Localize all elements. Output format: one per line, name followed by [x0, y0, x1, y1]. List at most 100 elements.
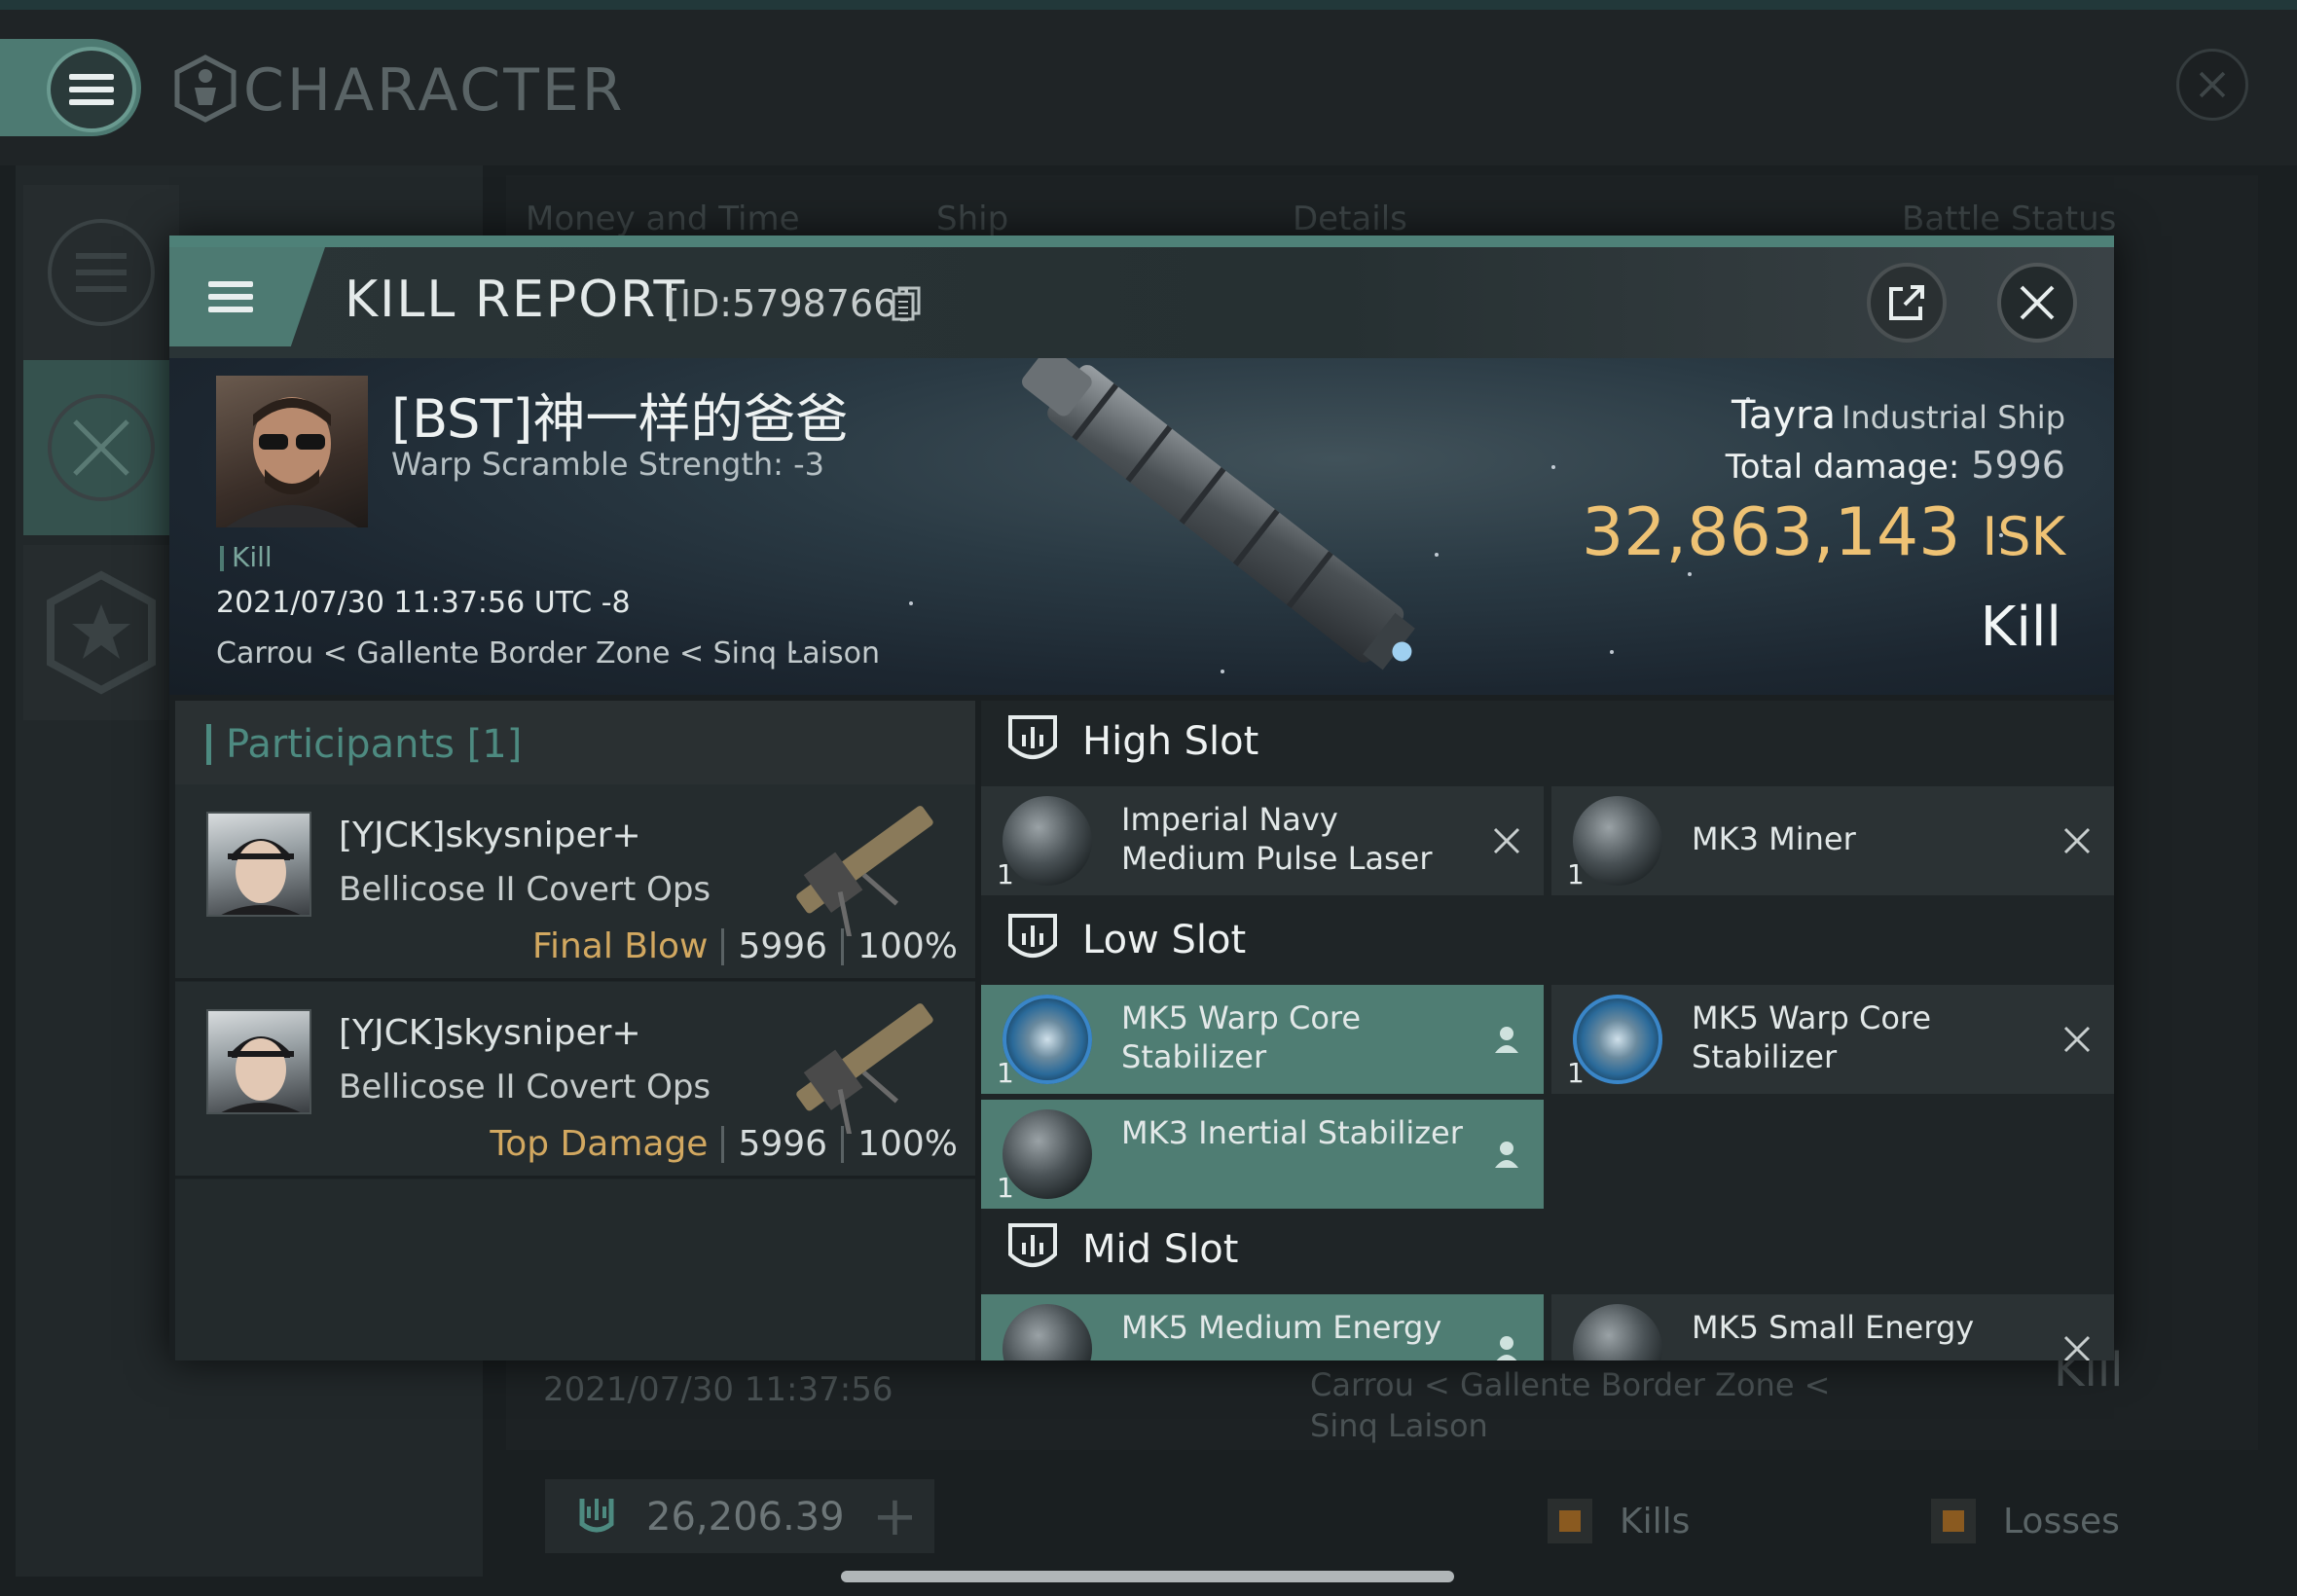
victim-location: Carrou < Gallente Border Zone < Sinq Lai…	[216, 636, 881, 671]
module-name: MK5 Small Energy	[1692, 1309, 1975, 1346]
add-funds-button[interactable]: +	[872, 1485, 918, 1548]
victim-tag: Kill	[220, 541, 273, 573]
participants-panel: Participants [1] [YJCK]skysniper+ Bellic…	[175, 701, 975, 1360]
module-item[interactable]: 1 Imperial Navy Medium Pulse Laser	[981, 786, 1544, 895]
legend-losses-label: Losses	[2003, 1501, 2120, 1542]
total-damage-label: Total damage:	[1725, 448, 1960, 487]
dropped-person-icon	[1496, 1336, 1517, 1360]
report-id: [ID:5798766]	[666, 282, 912, 325]
module-item[interactable]: 1 MK5 Warp Core Stabilizer	[1551, 985, 2114, 1094]
ship-info: Tayra Industrial Ship	[1732, 393, 2065, 438]
kill-report-dialog: KILL REPORT [ID:5798766] [BST]神一样的爸爸 War…	[169, 236, 2114, 1360]
module-item[interactable]: 1 MK3 Miner	[1551, 786, 2114, 895]
participant-ship: Bellicose II Covert Ops	[339, 1068, 711, 1106]
total-damage: Total damage: 5996	[1726, 444, 2065, 487]
participant-row[interactable]: [YJCK]skysniper+ Bellicose II Covert Ops…	[175, 982, 975, 1179]
participant-avatar[interactable]	[206, 812, 311, 917]
high-slot-title: High Slot	[1082, 719, 1259, 764]
module-icon	[1573, 995, 1662, 1084]
participant-damage: 5996	[738, 926, 828, 966]
app-close-button[interactable]	[2176, 49, 2248, 121]
close-icon	[2020, 285, 2055, 320]
module-name: MK3 Miner	[1692, 820, 1856, 857]
app-title: CHARACTER	[243, 56, 626, 125]
module-item[interactable]: MK5 Small Energy	[1551, 1294, 2114, 1360]
victim-name[interactable]: [BST]神一样的爸爸	[391, 376, 849, 453]
row-date: 2021/07/30 11:37:56	[543, 1370, 893, 1409]
low-slot-title: Low Slot	[1082, 918, 1247, 962]
module-qty: 1	[997, 858, 1014, 890]
row-location: Carrou < Gallente Border Zone < Sinq Lai…	[1310, 1366, 1831, 1444]
destroyed-icon	[2063, 1335, 2091, 1360]
star-icon	[47, 570, 156, 695]
participant-stats: Top Damage 5996 100%	[490, 1124, 958, 1164]
wallet-bar: 26,206.39 +	[545, 1479, 934, 1553]
wallet-value: 26,206.39	[646, 1495, 845, 1540]
participant-damage: 5996	[738, 1124, 828, 1164]
victim-banner: [BST]神一样的爸爸 Warp Scramble Strength: -3 K…	[169, 358, 2114, 695]
ship-name[interactable]: Tayra	[1732, 393, 1836, 438]
destroyed-icon	[2063, 827, 2091, 854]
module-icon	[1003, 796, 1092, 886]
sidebar-tab-battle[interactable]	[23, 360, 179, 535]
sidebar-tab-list[interactable]	[23, 185, 179, 360]
share-button[interactable]	[1867, 263, 1947, 343]
participant-row[interactable]: [YJCK]skysniper+ Bellicose II Covert Ops…	[175, 784, 975, 981]
module-name: MK5 Warp Core Stabilizer	[1692, 999, 1932, 1075]
slot-shield-icon	[1008, 715, 1057, 759]
slot-shield-icon	[1008, 914, 1057, 958]
high-slot-header: High Slot	[981, 701, 2114, 782]
sidebar-tab-favorites[interactable]	[23, 545, 179, 720]
legend-kills[interactable]: Kills	[1548, 1499, 1690, 1543]
module-qty: 1	[997, 1172, 1014, 1204]
victim-avatar[interactable]	[216, 376, 368, 527]
top-status-bar	[0, 0, 2297, 10]
participant-ship-image	[796, 1003, 933, 1134]
home-indicator[interactable]	[841, 1571, 1454, 1582]
dropped-person-icon	[1495, 1142, 1518, 1168]
module-icon	[1003, 1109, 1092, 1199]
module-item[interactable]: 1 MK5 Warp Core Stabilizer	[981, 985, 1544, 1094]
module-name: MK3 Inertial Stabilizer	[1121, 1114, 1463, 1151]
hamburger-icon	[208, 274, 253, 319]
hamburger-icon	[69, 67, 114, 112]
participant-stats: Final Blow 5996 100%	[532, 926, 958, 966]
module-icon	[1003, 1304, 1092, 1360]
mid-slot-title: Mid Slot	[1082, 1227, 1239, 1272]
dropped-person-icon	[1495, 1027, 1518, 1053]
victim-ship-image	[1022, 358, 1415, 671]
participants-title: Participants [1]	[226, 722, 523, 767]
isk-amount: 32,863,143	[1582, 494, 1961, 571]
copy-icon[interactable]	[892, 286, 921, 321]
list-icon	[48, 219, 155, 326]
legend-losses[interactable]: Losses	[1931, 1499, 2120, 1543]
participant-ship: Bellicose II Covert Ops	[339, 870, 711, 909]
dialog-close-button[interactable]	[1997, 263, 2077, 343]
module-qty: 1	[1567, 858, 1585, 890]
legend-kills-label: Kills	[1620, 1501, 1691, 1542]
column-ship: Ship	[936, 200, 1009, 238]
share-icon	[1889, 285, 1924, 320]
crossed-swords-icon	[48, 394, 155, 501]
isk-unit: ISK	[1982, 506, 2065, 567]
checkbox-losses[interactable]	[1931, 1499, 1976, 1543]
module-icon	[1573, 1304, 1662, 1360]
participant-name[interactable]: [YJCK]skysniper+	[339, 1013, 641, 1053]
module-name: Imperial Navy Medium Pulse Laser	[1121, 801, 1433, 877]
module-item[interactable]: 1 MK3 Inertial Stabilizer	[981, 1100, 1544, 1209]
close-icon	[2199, 71, 2226, 98]
column-money-time: Money and Time	[526, 200, 800, 238]
module-icon	[1003, 995, 1092, 1084]
module-item[interactable]: MK5 Medium Energy	[981, 1294, 1544, 1360]
result-label: Kill	[1980, 596, 2061, 659]
victim-subtitle: Warp Scramble Strength: -3	[391, 446, 825, 483]
checkbox-kills[interactable]	[1548, 1499, 1592, 1543]
isk-value: 32,863,143 ISK	[1582, 494, 2065, 571]
participants-header: Participants [1]	[175, 701, 975, 784]
app-menu-button[interactable]	[47, 47, 136, 132]
participant-avatar[interactable]	[206, 1009, 311, 1114]
dialog-top-accent	[169, 236, 2114, 247]
total-damage-value: 5996	[1971, 444, 2065, 487]
fittings-panel: High Slot 1 Imperial Navy Medium Pulse L…	[981, 701, 2114, 1360]
participant-name[interactable]: [YJCK]skysniper+	[339, 816, 641, 855]
